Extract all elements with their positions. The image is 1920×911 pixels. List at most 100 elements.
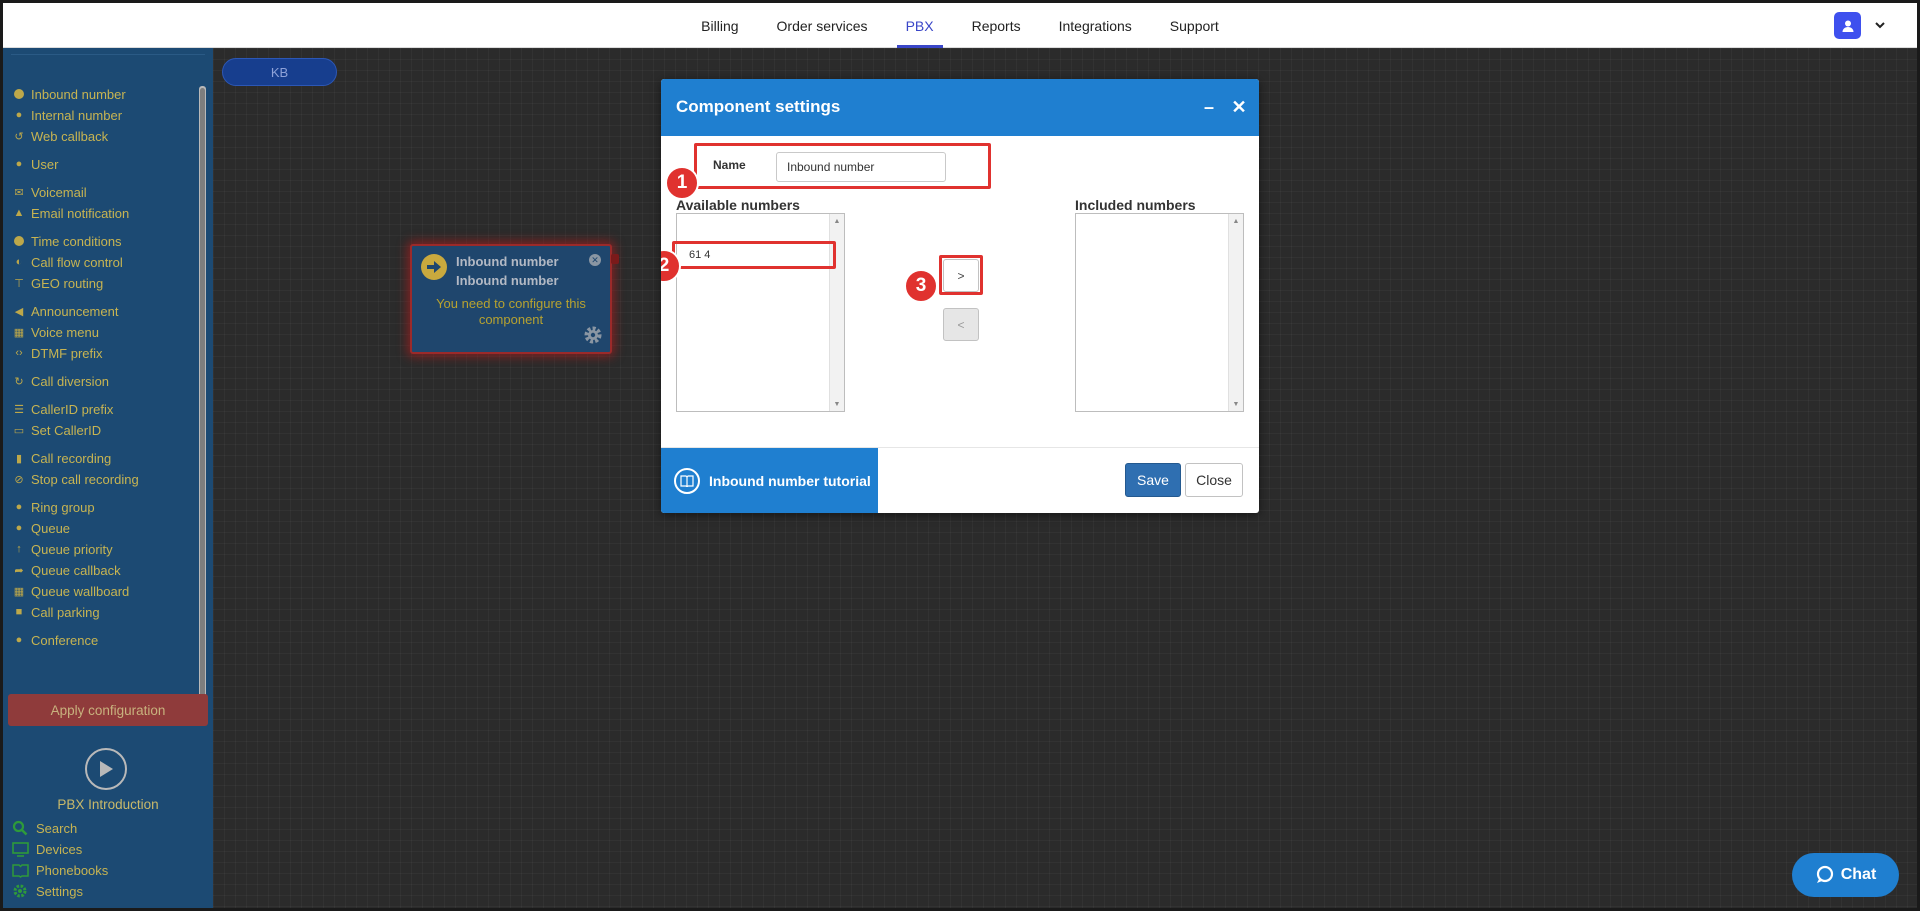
available-numbers-label: Available numbers (676, 197, 800, 213)
included-list-scrollbar[interactable]: ▲ ▼ (1228, 214, 1243, 411)
top-navigation-bar: Billing Order services PBX Reports Integ… (3, 3, 1917, 48)
sidebar-item-queue-priority[interactable]: ↑ Queue priority (13, 539, 112, 559)
close-icon[interactable]: ✕ (1231, 97, 1247, 117)
pbx-introduction-label[interactable]: PBX Introduction (3, 797, 213, 812)
microphone-slash-icon: ⊘ (14, 473, 24, 486)
table-icon: ▦ (13, 585, 25, 598)
user-icon (1842, 20, 1853, 32)
comments-icon: ● (15, 634, 23, 646)
user-plus-icon: ● (15, 522, 23, 534)
sidebar-scrollbar-thumb[interactable] (200, 88, 205, 700)
included-numbers-label: Included numbers (1075, 197, 1196, 213)
nav-billing[interactable]: Billing (682, 3, 757, 48)
name-label: Name (713, 158, 746, 172)
sidebar-item-voicemail[interactable]: ✉ Voicemail (13, 182, 86, 202)
arrow-up-icon: ↑ (16, 543, 22, 555)
sidebar-item-call-parking[interactable]: ■ Call parking (13, 602, 100, 622)
sidebar-item-email-notification[interactable]: ▲ Email notification (13, 203, 130, 223)
move-right-button[interactable]: > (943, 259, 979, 292)
toggle-icon: ◐ (15, 256, 23, 268)
user-icon: ● (15, 158, 23, 170)
gear-icon (11, 883, 29, 899)
microphone-icon: ▮ (15, 452, 23, 465)
share-icon: ➦ (14, 564, 24, 577)
sidebar-item-conference[interactable]: ● Conference (13, 630, 99, 650)
save-button[interactable]: Save (1125, 463, 1181, 497)
component-sidebar: Inbound number ● Internal number ↺ Web cal… (3, 48, 213, 908)
nav-reports[interactable]: Reports (953, 3, 1040, 48)
annotation-badge-1: 1 (665, 166, 699, 200)
node-output-port[interactable] (611, 254, 619, 264)
node-title: Inbound number Inbound number (456, 254, 559, 288)
move-left-button[interactable]: < (943, 308, 979, 341)
dialog-title: Component settings (676, 97, 841, 116)
redo-icon: ↻ (14, 375, 24, 388)
sidebar-item-queue-wallboard[interactable]: ▦ Queue wallboard (13, 581, 130, 601)
id-card-icon: ▭ (13, 424, 25, 437)
pbx-introduction-play-button[interactable] (85, 748, 127, 790)
name-input[interactable] (776, 152, 946, 182)
sidebar-item-announcement[interactable]: ◀ Announcement (13, 301, 119, 321)
node-remove-icon[interactable]: ✕ (589, 254, 601, 266)
sidebar-item-voice-menu[interactable]: ▦ Voice menu (13, 322, 99, 342)
sidebar-item-stop-call-recording[interactable]: ⊘ Stop call recording (13, 469, 138, 489)
sidebar-item-call-flow-control[interactable]: ◐ Call flow control (13, 252, 123, 272)
scroll-down-icon[interactable]: ▼ (1232, 400, 1240, 408)
code-icon: ‹› (15, 347, 23, 359)
nav-order-services[interactable]: Order services (758, 3, 887, 48)
dialog-header: Component settings – ✕ (661, 79, 1259, 136)
sidebar-item-set-callerid[interactable]: ▭ Set CallerID (13, 420, 101, 440)
sidebar-item-time-conditions[interactable]: Time conditions (13, 231, 122, 251)
nav-integrations[interactable]: Integrations (1040, 3, 1151, 48)
sidebar-item-internal-number[interactable]: ● Internal number (13, 105, 122, 125)
chevron-down-icon[interactable] (1873, 18, 1887, 32)
clock-icon (13, 235, 25, 247)
scroll-down-icon[interactable]: ▼ (833, 400, 841, 408)
sidebar-item-call-diversion[interactable]: ↻ Call diversion (13, 371, 109, 391)
envelope-icon: ✉ (14, 186, 24, 199)
users-icon: ● (15, 501, 23, 513)
list-icon: ☰ (14, 403, 24, 416)
included-numbers-list[interactable]: ▲ ▼ (1075, 213, 1244, 412)
available-numbers-list[interactable]: 61 4 ▲ ▼ (676, 213, 845, 412)
annotation-badge-3: 3 (904, 269, 938, 303)
sidebar-item-inbound-number[interactable]: Inbound number (13, 84, 126, 104)
inbound-number-tutorial-button[interactable]: Inbound number tutorial (661, 448, 878, 513)
sidebar-item-dtmf-prefix[interactable]: ‹› DTMF prefix (13, 343, 102, 363)
inbound-number-node[interactable]: Inbound number Inbound number ✕ You need… (410, 244, 619, 354)
sidebar-item-geo-routing[interactable]: ⊤ GEO routing (13, 273, 103, 293)
available-number-option[interactable]: 61 4 (689, 249, 710, 261)
available-list-scrollbar[interactable]: ▲ ▼ (829, 214, 844, 411)
sidebar-divider (11, 54, 205, 55)
book-icon (674, 467, 700, 494)
sidebar-link-search[interactable]: Search (11, 818, 77, 838)
kb-button[interactable]: KB (222, 58, 337, 86)
sidebar-item-web-callback[interactable]: ↺ Web callback (13, 126, 108, 146)
gear-icon[interactable] (582, 324, 604, 346)
sidebar-item-call-recording[interactable]: ▮ Call recording (13, 448, 111, 468)
sidebar-item-queue-callback[interactable]: ➦ Queue callback (13, 560, 120, 580)
megaphone-icon: ◀ (14, 305, 24, 318)
sidebar-link-settings[interactable]: Settings (11, 881, 83, 901)
chat-bubble-icon (1816, 865, 1833, 883)
user-avatar-button[interactable] (1834, 12, 1861, 39)
sidebar-item-user[interactable]: ● User (13, 154, 59, 174)
sidebar-link-phonebooks[interactable]: Phonebooks (11, 860, 108, 880)
monitor-icon (11, 841, 29, 857)
undo-icon: ↺ (14, 130, 24, 143)
apply-configuration-button[interactable]: Apply configuration (8, 694, 208, 726)
sidebar-item-queue[interactable]: ● Queue (13, 518, 70, 538)
sidebar-item-callerid-prefix[interactable]: ☰ CallerID prefix (13, 399, 113, 419)
scroll-up-icon[interactable]: ▲ (1232, 217, 1240, 225)
chat-button[interactable]: Chat (1792, 853, 1899, 897)
parking-icon: ■ (15, 606, 23, 618)
nav-support[interactable]: Support (1151, 3, 1238, 48)
minimize-icon[interactable]: – (1201, 97, 1217, 117)
sidebar-link-devices[interactable]: Devices (11, 839, 82, 859)
close-button[interactable]: Close (1185, 463, 1243, 497)
nav-pbx[interactable]: PBX (887, 3, 953, 48)
sidebar-item-ring-group[interactable]: ● Ring group (13, 497, 95, 517)
search-icon (11, 820, 29, 836)
component-settings-dialog: Component settings – ✕ Name Available nu… (661, 79, 1259, 513)
scroll-up-icon[interactable]: ▲ (833, 217, 841, 225)
